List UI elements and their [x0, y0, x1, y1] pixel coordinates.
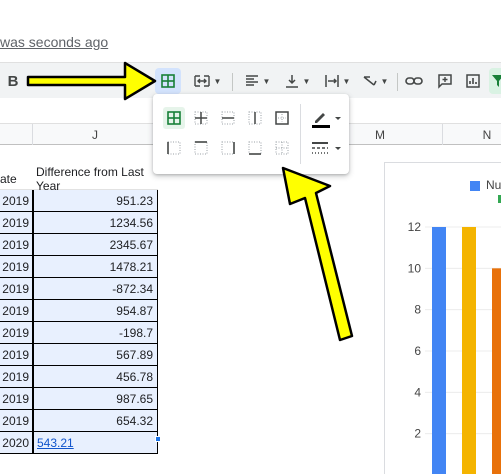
align-left-icon: [245, 75, 258, 86]
table-cell[interactable]: 2345.67: [33, 234, 158, 256]
table-cell[interactable]: 987.65: [33, 388, 158, 410]
y-tick-label: 2: [414, 427, 421, 441]
text-wrap-icon: [324, 75, 339, 87]
borders-button[interactable]: [155, 68, 181, 94]
horizontal-borders-icon: [221, 111, 235, 125]
border-color-button[interactable]: [309, 108, 343, 130]
link-icon: [405, 77, 423, 85]
chart-bar[interactable]: [492, 268, 501, 474]
inner-borders-icon: [194, 111, 208, 125]
bottom-border-icon: [248, 141, 262, 155]
table-cell[interactable]: 1234.56: [33, 212, 158, 234]
table-cell[interactable]: -198.7: [33, 322, 158, 344]
chevron-down-icon: ▼: [342, 76, 351, 86]
table-cell[interactable]: 2019: [0, 278, 33, 300]
table-cell[interactable]: 2019: [0, 344, 33, 366]
vertical-borders-option[interactable]: [244, 107, 266, 129]
save-status-link[interactable]: was seconds ago: [0, 34, 108, 50]
y-tick-label: 8: [414, 303, 421, 317]
pencil-icon: [312, 113, 341, 128]
border-style-icon: [312, 142, 341, 154]
table-cell[interactable]: 2019: [0, 190, 33, 212]
all-borders-option[interactable]: [163, 107, 185, 129]
borders-icon: [161, 74, 175, 88]
top-border-icon: [194, 141, 208, 155]
clear-borders-icon: [275, 141, 289, 155]
left-border-icon: [167, 141, 181, 155]
chevron-down-icon: ▼: [213, 76, 222, 86]
comment-icon: [438, 74, 452, 89]
left-border-option[interactable]: [163, 137, 185, 159]
chart-bar[interactable]: [462, 227, 476, 474]
column-header-j[interactable]: J: [33, 124, 158, 145]
clear-borders-option[interactable]: [271, 137, 293, 159]
strikethrough-button[interactable]: S: [33, 68, 47, 94]
chart-icon: [466, 74, 480, 88]
spreadsheet-window: was seconds ago B S ▼ ▼ ▼ ▼ ▼ J M N ate …: [0, 0, 501, 474]
y-tick-label: 10: [408, 261, 422, 275]
table-cell[interactable]: 2019: [0, 366, 33, 388]
merge-icon: [193, 75, 210, 87]
chevron-down-icon: ▼: [380, 76, 389, 86]
horizontal-borders-option[interactable]: [217, 107, 239, 129]
table-cell[interactable]: 954.87: [33, 300, 158, 322]
toolbar: B S ▼ ▼ ▼ ▼ ▼: [0, 62, 501, 98]
table-cell[interactable]: 654.32: [33, 410, 158, 432]
table-cell[interactable]: -872.34: [33, 278, 158, 300]
table-cell[interactable]: 2019: [0, 322, 33, 344]
border-style-button[interactable]: [309, 138, 343, 160]
table-cell[interactable]: 2019: [0, 410, 33, 432]
outer-borders-option[interactable]: [271, 107, 293, 129]
insert-comment-button[interactable]: [434, 68, 456, 94]
top-border-option[interactable]: [190, 137, 212, 159]
fill-handle[interactable]: [155, 436, 161, 442]
column-header-i[interactable]: [0, 124, 33, 145]
toolbar-divider: [232, 73, 233, 91]
chart-plot: 12 10 8 6 4 2: [408, 220, 501, 474]
bold-button[interactable]: B: [6, 68, 20, 94]
table-cell[interactable]: 2019: [0, 234, 33, 256]
y-tick-label: 4: [414, 385, 421, 399]
column-header-n[interactable]: N: [443, 124, 501, 145]
inner-borders-option[interactable]: [190, 107, 212, 129]
chevron-down-icon: ▼: [262, 76, 271, 86]
insert-link-button[interactable]: [403, 68, 425, 94]
table-cell[interactable]: 456.78: [33, 366, 158, 388]
y-tick-label: 6: [414, 344, 421, 358]
table-cell-link[interactable]: 543.21: [33, 432, 158, 454]
all-borders-icon: [167, 111, 181, 125]
table-cell[interactable]: 951.23: [33, 190, 158, 212]
table-cell[interactable]: 1478.21: [33, 256, 158, 278]
valign-bottom-icon: [285, 75, 298, 88]
vertical-borders-icon: [248, 111, 262, 125]
outer-borders-icon: [275, 111, 289, 125]
table-cell[interactable]: 2019: [0, 300, 33, 322]
embedded-chart[interactable]: Nu 12 10 8 6 4 2: [384, 162, 501, 474]
text-rotation-button[interactable]: ▼: [358, 68, 392, 94]
table-cell[interactable]: 2019: [0, 212, 33, 234]
right-border-option[interactable]: [217, 137, 239, 159]
chart-bar[interactable]: [432, 227, 446, 474]
filter-button[interactable]: [489, 68, 501, 94]
text-wrap-button[interactable]: ▼: [320, 68, 354, 94]
horizontal-align-button[interactable]: ▼: [240, 68, 274, 94]
table-cell[interactable]: 2019: [0, 256, 33, 278]
merge-cells-button[interactable]: ▼: [188, 68, 226, 94]
menu-divider: [300, 104, 301, 164]
right-border-icon: [221, 141, 235, 155]
table-cell[interactable]: 2019: [0, 388, 33, 410]
toolbar-divider: [397, 73, 398, 91]
chevron-down-icon: ▼: [302, 76, 311, 86]
borders-dropdown-menu: [153, 94, 349, 174]
filter-icon: [492, 75, 501, 87]
bottom-border-option[interactable]: [244, 137, 266, 159]
y-tick-label: 12: [408, 220, 422, 234]
table-cell[interactable]: 2020: [0, 432, 33, 454]
vertical-align-button[interactable]: ▼: [280, 68, 314, 94]
table-cell[interactable]: ate: [0, 168, 33, 190]
text-rotate-icon: [363, 76, 377, 86]
table-cell[interactable]: 567.89: [33, 344, 158, 366]
insert-chart-button[interactable]: [462, 68, 484, 94]
table-cell[interactable]: Difference from Last Year: [33, 165, 158, 193]
